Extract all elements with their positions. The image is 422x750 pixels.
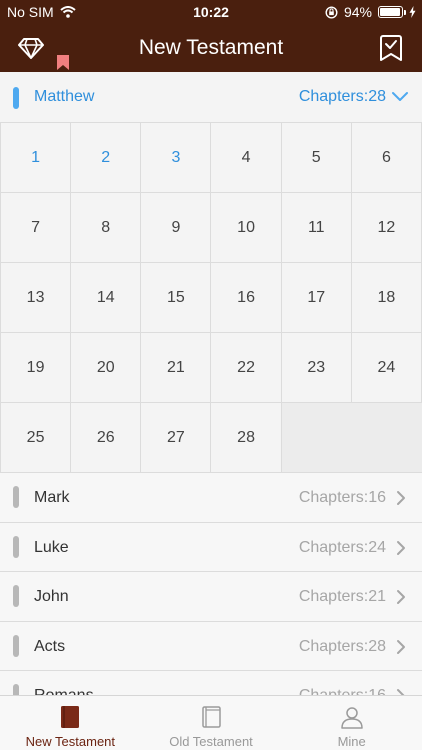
tab-label: Mine bbox=[337, 734, 366, 749]
chapter-cell[interactable]: 16 bbox=[211, 263, 282, 333]
current-book-name: Matthew bbox=[34, 88, 95, 105]
book-row[interactable]: John Chapters:21 bbox=[0, 572, 422, 622]
empty-grid-area bbox=[281, 403, 422, 473]
tab-new-testament[interactable]: New Testament bbox=[0, 696, 141, 750]
chevron-right-icon bbox=[397, 540, 405, 555]
book-name: Acts bbox=[34, 637, 66, 655]
chapter-cell[interactable]: 11 bbox=[281, 193, 352, 263]
chapter-cell[interactable]: 10 bbox=[211, 193, 282, 263]
book-indicator-bar bbox=[13, 535, 19, 558]
tab-bar: New Testament Old Testament Mine bbox=[0, 695, 422, 750]
chapter-cell[interactable]: 25 bbox=[1, 403, 72, 473]
status-right: 94% bbox=[325, 4, 416, 20]
book-row[interactable]: Luke Chapters:24 bbox=[0, 522, 422, 572]
tab-label: Old Testament bbox=[169, 734, 253, 749]
book-row[interactable]: Acts Chapters:28 bbox=[0, 621, 422, 671]
book-chapter-count: Chapters:16 bbox=[298, 489, 386, 506]
chapter-cell[interactable]: 1 bbox=[1, 123, 72, 193]
chevron-right-icon bbox=[397, 590, 405, 604]
status-bar: No SIM 10:22 94% bbox=[0, 0, 422, 24]
book-outline-icon bbox=[202, 706, 221, 728]
battery-icon bbox=[378, 6, 406, 18]
book-list: Mark Chapters:16 Luke Chapters:24 John Chapte… bbox=[0, 473, 422, 695]
chapter-cell[interactable]: 5 bbox=[281, 123, 352, 193]
book-chapter-count: Chapters:28 bbox=[298, 637, 386, 655]
chapter-cell[interactable]: 12 bbox=[351, 193, 422, 263]
book-indicator-bar bbox=[13, 486, 19, 508]
chapter-cell[interactable]: 23 bbox=[281, 333, 352, 403]
chapter-cell[interactable]: 26 bbox=[71, 403, 142, 473]
chevron-right-icon bbox=[397, 689, 405, 695]
book-indicator-bar bbox=[13, 87, 19, 109]
book-chapter-count: Chapters:21 bbox=[298, 588, 386, 605]
chapter-cell[interactable]: 13 bbox=[1, 263, 72, 333]
chevron-right-icon bbox=[397, 639, 405, 654]
chapter-cell[interactable]: 24 bbox=[351, 333, 422, 403]
chapter-cell[interactable]: 20 bbox=[71, 333, 142, 403]
tab-mine[interactable]: Mine bbox=[281, 696, 422, 750]
person-icon bbox=[340, 707, 363, 729]
book-row[interactable]: Romans Chapters:16 bbox=[0, 671, 422, 695]
chapter-cell[interactable]: 19 bbox=[1, 333, 72, 403]
chapter-cell[interactable]: 18 bbox=[351, 263, 422, 333]
chapter-grid: 1 2 3 4 5 6 7 8 9 10 11 12 13 14 15 16 17 18 19 20 21 22 23 24 2… bbox=[0, 122, 422, 473]
book-indicator-bar bbox=[13, 684, 19, 695]
current-book-chapter-count: Chapters:28 bbox=[298, 88, 386, 105]
chapter-cell[interactable]: 22 bbox=[211, 333, 282, 403]
chapter-cell[interactable]: 28 bbox=[211, 403, 282, 473]
book-name: Mark bbox=[34, 489, 70, 506]
bookmark-list-icon[interactable] bbox=[378, 33, 404, 63]
chapter-cell[interactable]: 21 bbox=[141, 333, 212, 403]
book-chapter-count: Chapters:16 bbox=[299, 687, 386, 695]
chapter-cell[interactable]: 15 bbox=[141, 263, 212, 333]
tab-old-testament[interactable]: Old Testament bbox=[141, 696, 282, 750]
bookmark-icon bbox=[57, 55, 69, 70]
rotation-lock-icon bbox=[325, 5, 338, 19]
battery-fill bbox=[380, 8, 400, 16]
current-book-header[interactable]: Matthew Chapters:28 bbox=[0, 72, 422, 122]
book-indicator-bar bbox=[13, 585, 19, 607]
battery-percent: 94% bbox=[343, 4, 372, 20]
chapter-cell[interactable]: 4 bbox=[211, 123, 282, 193]
book-icon bbox=[61, 706, 80, 728]
chapter-cell[interactable]: 14 bbox=[71, 263, 142, 333]
charging-icon bbox=[409, 6, 416, 18]
chapter-cell[interactable]: 2 bbox=[71, 123, 142, 193]
chevron-down-icon[interactable] bbox=[392, 89, 408, 103]
book-indicator-bar bbox=[13, 634, 19, 657]
chapter-cell[interactable]: 7 bbox=[1, 193, 72, 263]
tab-label: New Testament bbox=[25, 734, 116, 749]
chapter-cell[interactable]: 3 bbox=[141, 123, 212, 193]
chapter-cell[interactable]: 8 bbox=[71, 193, 142, 263]
chapter-cell[interactable]: 17 bbox=[281, 263, 352, 333]
chevron-right-icon bbox=[397, 491, 405, 505]
chapter-cell[interactable]: 9 bbox=[141, 193, 212, 263]
book-name: John bbox=[34, 588, 69, 605]
book-row[interactable]: Mark Chapters:16 bbox=[0, 473, 422, 523]
book-chapter-count: Chapters:24 bbox=[298, 538, 386, 556]
chapter-cell[interactable]: 27 bbox=[141, 403, 212, 473]
chapter-cell[interactable]: 6 bbox=[351, 123, 422, 193]
book-name: Romans bbox=[34, 687, 94, 695]
book-name: Luke bbox=[34, 538, 69, 556]
